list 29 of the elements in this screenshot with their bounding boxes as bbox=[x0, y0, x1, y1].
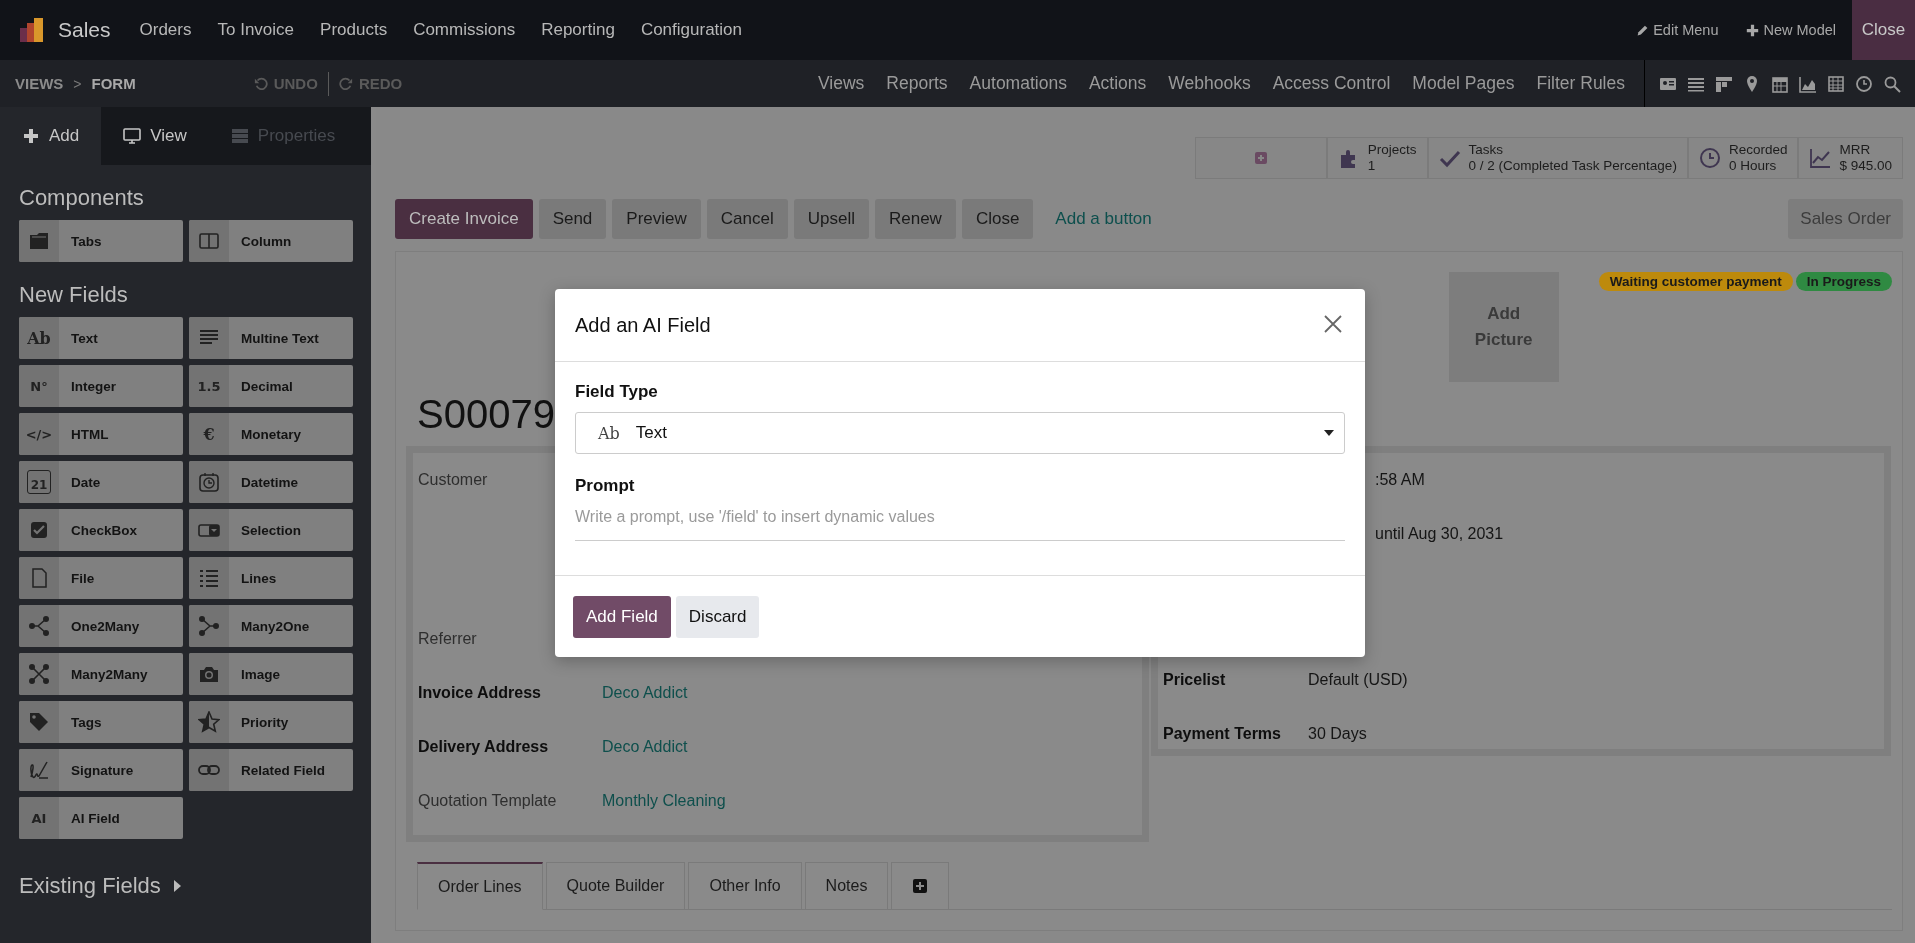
field-value: Default (USD) bbox=[1308, 671, 1408, 689]
status-badge: Waiting customer payment bbox=[1598, 272, 1793, 291]
field-label: Referrer bbox=[418, 630, 478, 648]
field-type-icon: </> bbox=[19, 413, 59, 455]
dialog-title: Add an AI Field bbox=[575, 313, 712, 337]
section-title: Components bbox=[19, 185, 145, 211]
view-title: Sales Order bbox=[1788, 199, 1903, 239]
field-value: 30 Days bbox=[1308, 725, 1367, 743]
field-label: Delivery Address bbox=[418, 738, 550, 756]
breadcrumb-separator: > bbox=[73, 75, 82, 92]
field-type-icon: AI bbox=[19, 797, 59, 839]
field-type-icon: € bbox=[189, 413, 229, 455]
field-label: Prompt bbox=[575, 476, 636, 496]
field-label: Pricelist bbox=[1163, 671, 1227, 689]
field-type-icon: Ab bbox=[19, 317, 59, 359]
breadcrumb-item: FORM bbox=[91, 75, 136, 92]
app-name: Sales bbox=[58, 18, 111, 42]
field-type-icon: 1.5 bbox=[189, 365, 229, 407]
field-label: Payment Terms bbox=[1163, 725, 1282, 743]
field-value: until Aug 30, 2031 bbox=[1375, 525, 1504, 543]
field-label: Quotation Template bbox=[418, 792, 558, 810]
status-badge: In Progress bbox=[1795, 272, 1892, 291]
calendar-date-icon: 21 bbox=[27, 470, 51, 494]
section-title: New Fields bbox=[19, 282, 129, 308]
field-value: :58 AM bbox=[1375, 471, 1425, 489]
record-name: S00079 bbox=[417, 391, 551, 438]
field-label: Field Type bbox=[575, 382, 659, 402]
field-label: Invoice Address bbox=[418, 684, 542, 702]
field-type-icon: N° bbox=[19, 365, 59, 407]
